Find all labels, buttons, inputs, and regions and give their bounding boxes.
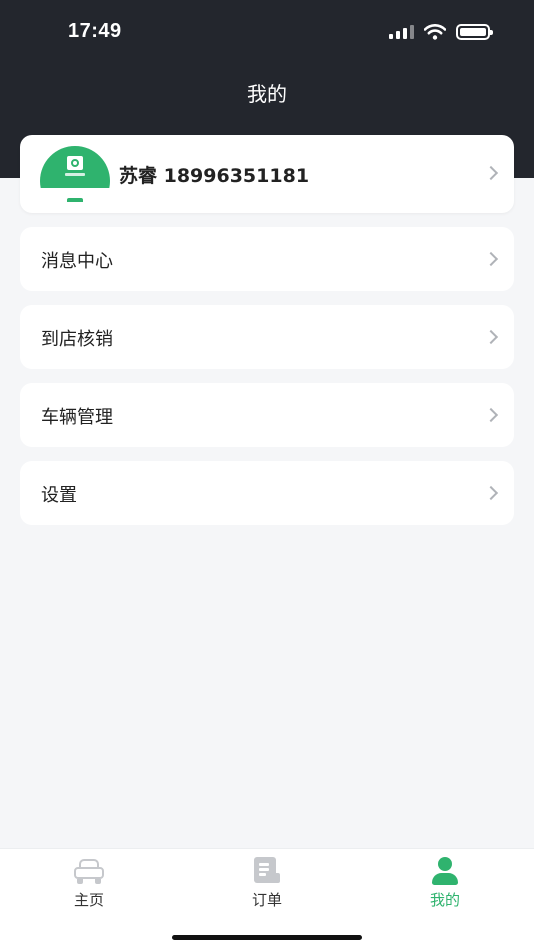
tab-orders[interactable]: 订单 — [207, 857, 327, 913]
home-indicator — [172, 935, 362, 940]
profile-card[interactable]: 苏睿 18996351181 — [20, 135, 514, 213]
menu-item-label: 消息中心 — [41, 251, 113, 272]
screen: 17:49 我的 苏睿 18996351181 消息中心 到店核销 车辆管理 设… — [0, 0, 534, 950]
tab-me[interactable]: 我的 — [385, 857, 505, 913]
chevron-right-icon — [483, 251, 499, 267]
menu-item-in-store-verification[interactable]: 到店核销 — [20, 305, 514, 369]
menu-item-label: 设置 — [41, 485, 77, 506]
status-time: 17:49 — [68, 20, 122, 42]
profile-name: 苏睿 18996351181 — [119, 165, 310, 187]
tab-label: 我的 — [429, 891, 460, 909]
chevron-right-icon — [483, 485, 499, 501]
cellular-signal-icon — [389, 25, 414, 39]
menu-item-settings[interactable]: 设置 — [20, 461, 514, 525]
status-bar: 17:49 — [0, 0, 534, 64]
battery-icon — [456, 24, 493, 40]
status-icons — [389, 24, 493, 40]
menu-item-label: 到店核销 — [41, 329, 113, 350]
order-icon — [250, 857, 284, 885]
tab-home[interactable]: 主页 — [29, 857, 149, 913]
chevron-right-icon — [483, 165, 499, 181]
page-title: 我的 — [247, 82, 287, 106]
tab-label: 主页 — [73, 891, 104, 909]
wifi-icon — [424, 24, 446, 40]
user-icon — [428, 857, 462, 885]
tab-label: 订单 — [251, 891, 282, 909]
chevron-right-icon — [483, 329, 499, 345]
menu-item-label: 车辆管理 — [41, 407, 113, 428]
brand-logo-icon — [67, 156, 83, 170]
car-icon — [72, 857, 106, 885]
menu-item-vehicle-management[interactable]: 车辆管理 — [20, 383, 514, 447]
avatar — [40, 146, 110, 202]
menu-item-message-center[interactable]: 消息中心 — [20, 227, 514, 291]
chevron-right-icon — [483, 407, 499, 423]
